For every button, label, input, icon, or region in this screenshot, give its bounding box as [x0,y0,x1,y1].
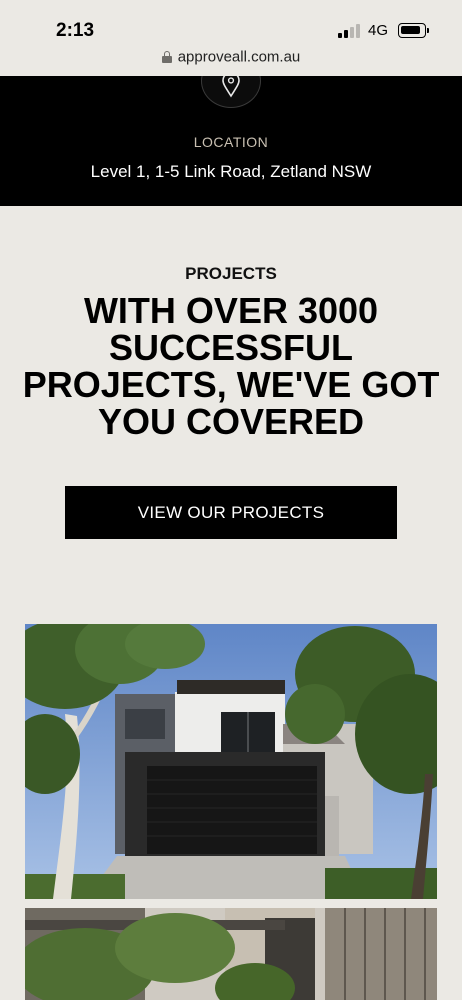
project-image[interactable] [25,908,437,1000]
battery-icon [398,23,426,38]
view-projects-button[interactable]: VIEW OUR PROJECTS [65,486,397,539]
battery-tip [427,28,429,33]
location-address: Level 1, 1-5 Link Road, Zetland NSW [90,162,372,181]
location-section: LOCATION Level 1, 1-5 Link Road, Zetland… [0,76,462,206]
url-bar[interactable]: approveall.com.au [0,48,462,76]
location-label: LOCATION [193,134,269,150]
status-bar: 2:13 4G [0,0,462,48]
signal-icon [338,24,362,38]
project-apartment-photo [25,908,437,1000]
url-text[interactable]: approveall.com.au [178,48,301,65]
location-pin-icon [222,76,240,98]
project-image[interactable] [25,624,437,899]
projects-label: PROJECTS [185,264,277,283]
project-house-photo [25,624,437,899]
network-type: 4G [368,22,389,39]
projects-heading: WITH OVER 3000 SUCCESSFUL PROJECTS, WE'V… [22,290,440,442]
lock-icon [161,50,172,63]
status-time: 2:13 [56,20,95,41]
